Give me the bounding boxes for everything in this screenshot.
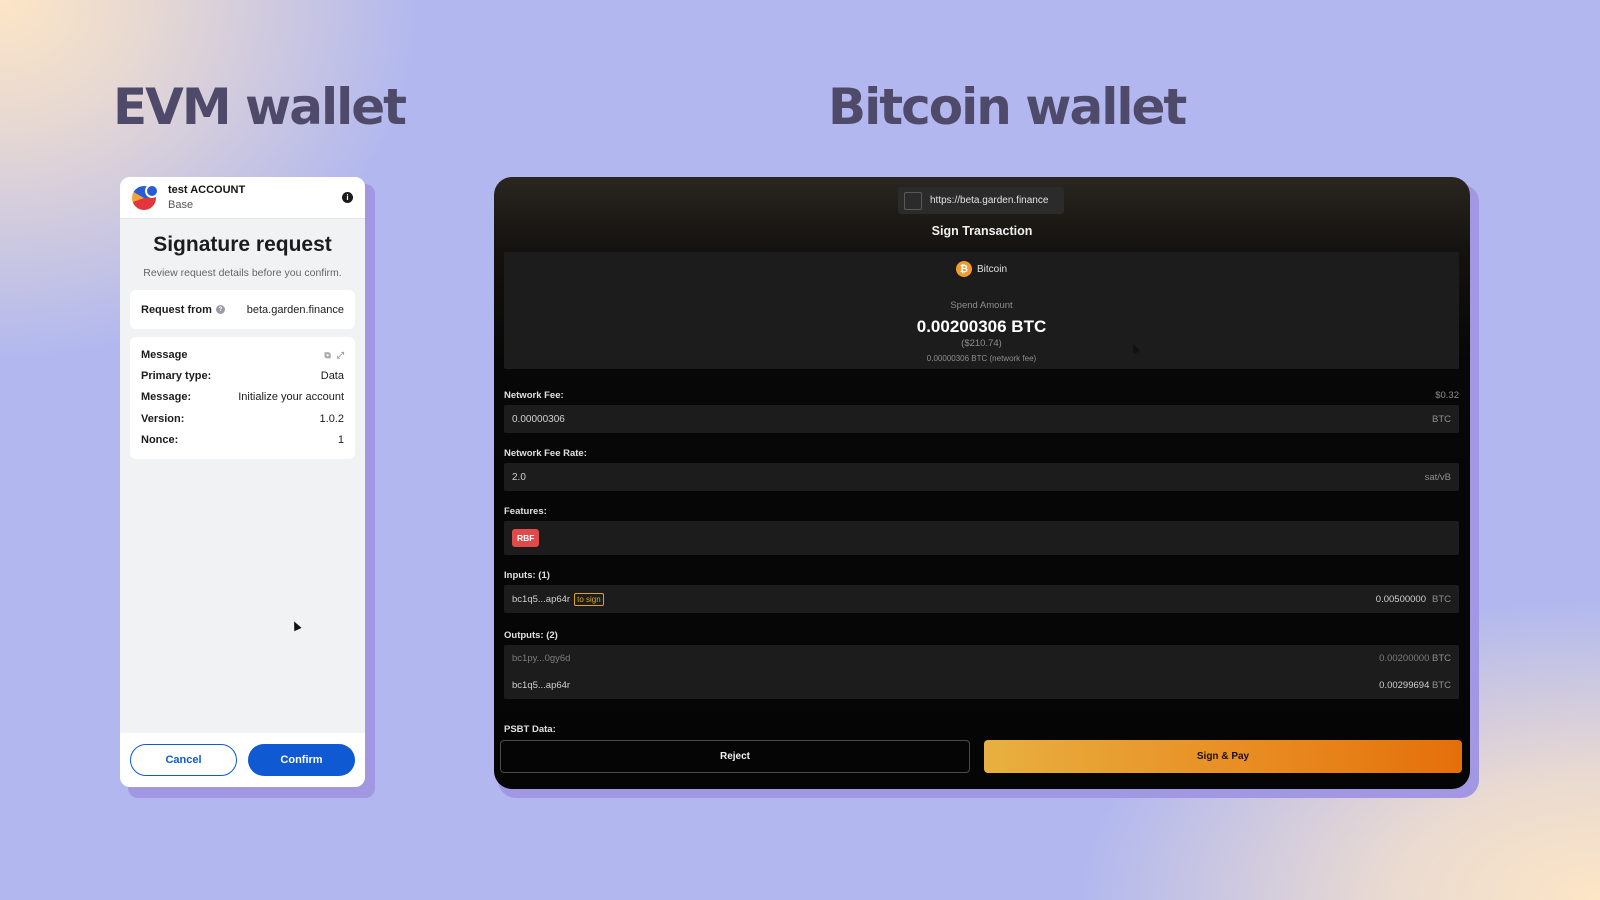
evm-wallet-heading: EVM wallet — [113, 78, 407, 136]
input-amount: 0.00500000 — [1375, 593, 1426, 605]
account-header[interactable]: test ACCOUNT Base i — [120, 177, 365, 219]
bitcoin-wallet-heading: Bitcoin wallet — [828, 78, 1187, 136]
output-address: bc1q5...ap64r — [512, 680, 571, 691]
output-amount: 0.00200000 — [1379, 653, 1430, 664]
output-unit: BTC — [1432, 653, 1451, 664]
output-amount-wrap: 0.00299694 BTC — [1379, 680, 1451, 691]
bitcoin-icon: ₿ — [955, 261, 972, 277]
network-fee-unit: BTC — [1432, 413, 1451, 425]
copy-icon[interactable]: ⧉ — [324, 350, 330, 361]
input-address-wrap: bc1q5...ap64r to sign — [512, 592, 604, 606]
features-label: Features: — [504, 506, 547, 517]
cancel-button[interactable]: Cancel — [130, 744, 237, 776]
to-sign-badge: to sign — [574, 592, 604, 606]
output-row: bc1py...0gy6d 0.00200000 BTC — [504, 645, 1459, 672]
output-unit: BTC — [1432, 680, 1451, 691]
network-line: ₿ Bitcoin — [504, 261, 1459, 277]
request-from-value: beta.garden.finance — [246, 303, 344, 316]
input-address: bc1q5...ap64r — [512, 593, 571, 605]
fee-rate-label: Network Fee Rate: — [504, 448, 587, 459]
network-label: Bitcoin — [976, 263, 1007, 275]
features-field: RBF — [504, 521, 1459, 555]
reject-button[interactable]: Reject — [500, 740, 970, 773]
spend-amount-usd: ($210.74) — [961, 338, 1002, 349]
network-fee-value: 0.00000306 — [512, 413, 565, 425]
site-url: https://beta.garden.finance — [930, 195, 1049, 206]
outputs-label: Outputs: (2) — [504, 630, 558, 641]
message-card: Message ⧉ ⤢ Primary type: Data Message: … — [130, 337, 355, 459]
outputs-list: bc1py...0gy6d 0.00200000 BTC bc1q5...ap6… — [504, 645, 1459, 699]
message-row-key: Nonce: — [141, 434, 179, 447]
network-fee-usd: $0.32 — [1435, 390, 1459, 401]
inputs-label: Inputs: (1) — [504, 570, 550, 581]
spend-summary-card: ₿ Bitcoin Spend Amount 0.00200306 BTC ($… — [504, 252, 1459, 369]
message-row-nonce: Nonce: 1 — [141, 430, 344, 452]
output-amount-wrap: 0.00200000 BTC — [1379, 653, 1451, 664]
message-header: Message ⧉ ⤢ — [141, 347, 344, 363]
request-from-label-wrap: Request from ? — [141, 304, 225, 316]
message-actions: ⧉ ⤢ — [324, 350, 344, 361]
message-row-value: Initialize your account — [238, 391, 344, 404]
network-name: Base — [168, 199, 194, 211]
output-row: bc1q5...ap64r 0.00299694 BTC — [504, 672, 1459, 699]
message-row-value: 1.0.2 — [319, 412, 344, 425]
message-row-message: Message: Initialize your account — [141, 387, 344, 409]
signature-request-subtitle: Review request details before you confir… — [143, 267, 342, 279]
account-avatar-icon — [132, 183, 159, 210]
fee-rate-unit: sat/vB — [1424, 471, 1451, 483]
network-fee-label: Network Fee: — [504, 390, 564, 401]
mouse-cursor-icon — [290, 619, 302, 632]
signature-request-title: Signature request — [153, 233, 332, 256]
url-bar: https://beta.garden.finance — [898, 187, 1064, 214]
site-favicon-icon — [904, 191, 922, 210]
message-row-key: Version: — [141, 412, 185, 425]
psbt-data-label: PSBT Data: — [504, 724, 556, 733]
rbf-badge: RBF — [512, 529, 540, 547]
output-amount: 0.00299694 — [1379, 680, 1430, 691]
request-from-card: Request from ? beta.garden.finance — [130, 290, 355, 329]
output-address: bc1py...0gy6d — [512, 653, 571, 664]
message-header-label: Message — [141, 349, 188, 361]
confirm-button[interactable]: Confirm — [248, 744, 355, 776]
fee-rate-field[interactable]: 2.0 sat/vB — [504, 463, 1459, 491]
question-icon[interactable]: ? — [215, 305, 225, 314]
input-amount-wrap: 0.00500000 BTC — [1376, 594, 1451, 605]
evm-footer: Cancel Confirm — [120, 733, 365, 787]
sign-and-pay-button[interactable]: Sign & Pay — [984, 740, 1462, 773]
account-name: test ACCOUNT — [168, 184, 246, 196]
input-row: bc1q5...ap64r to sign 0.00500000 BTC — [504, 585, 1459, 613]
network-fee-field[interactable]: 0.00000306 BTC — [504, 405, 1459, 433]
message-row-key: Primary type: — [141, 369, 212, 382]
message-row-value: 1 — [337, 434, 344, 447]
info-icon[interactable]: i — [342, 192, 353, 203]
input-unit: BTC — [1432, 593, 1451, 605]
sign-transaction-title: Sign Transaction — [931, 224, 1033, 238]
spend-network-fee: 0.00000306 BTC (network fee) — [926, 354, 1037, 363]
message-row-key: Message: — [141, 391, 192, 404]
spend-amount-label: Spend Amount — [950, 300, 1013, 311]
bitcoin-wallet-panel: https://beta.garden.finance Sign Transac… — [494, 177, 1470, 789]
evm-wallet-panel: test ACCOUNT Base i Signature request Re… — [120, 177, 365, 787]
collapse-icon[interactable]: ⤢ — [337, 350, 344, 361]
message-row-primary-type: Primary type: Data — [141, 365, 344, 387]
request-from-label: Request from — [141, 303, 212, 316]
message-row-version: Version: 1.0.2 — [141, 408, 344, 430]
message-row-value: Data — [320, 369, 344, 382]
fee-rate-value: 2.0 — [512, 471, 526, 483]
spend-amount: 0.00200306 BTC — [916, 317, 1047, 336]
